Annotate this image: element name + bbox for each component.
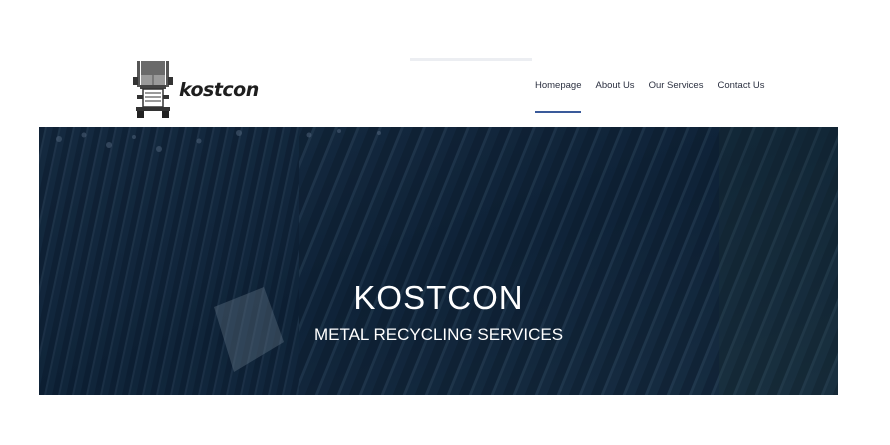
nav-item-contact-us[interactable]: Contact Us: [717, 80, 764, 91]
hero-banner: KOSTCON METAL RECYCLING SERVICES: [39, 127, 838, 395]
nav-item-about-us[interactable]: About Us: [595, 80, 634, 91]
hero-title: KOSTCON: [353, 279, 524, 316]
header-divider: [410, 58, 532, 61]
logo-text: kostcon: [179, 79, 259, 101]
hero-background-image: [39, 127, 838, 395]
truck-icon: [133, 59, 173, 119]
main-nav: Homepage About Us Our Services Contact U…: [535, 80, 764, 113]
page: kostcon Homepage About Us Our Services C…: [0, 0, 890, 445]
nav-item-homepage[interactable]: Homepage: [535, 80, 582, 113]
nav-item-our-services[interactable]: Our Services: [649, 80, 704, 91]
hero-subtitle: METAL RECYCLING SERVICES: [313, 325, 564, 344]
site-logo[interactable]: kostcon: [133, 58, 268, 120]
